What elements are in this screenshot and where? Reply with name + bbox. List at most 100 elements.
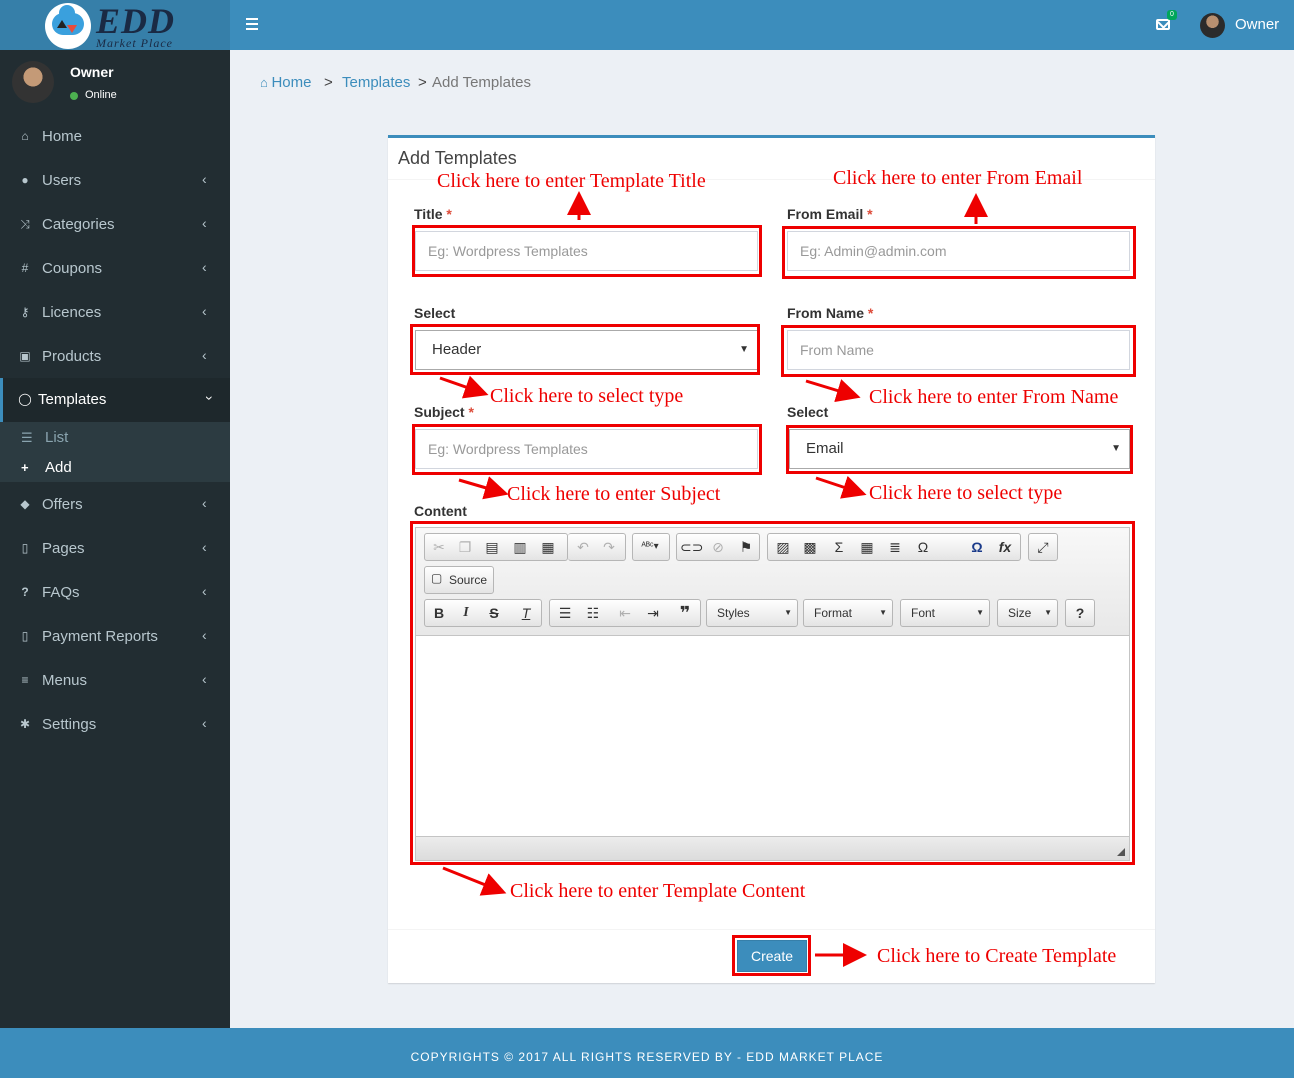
breadcrumb-home-label: Home — [271, 74, 312, 91]
sidebar-item-payment-reports[interactable]: ▯ Payment Reports ‹ — [0, 615, 230, 659]
logo-cloud-icon — [45, 3, 91, 49]
sidebar-item-label: Products — [42, 348, 102, 365]
question-icon: ? — [21, 585, 29, 599]
sidebar-item-label: Pages — [42, 540, 85, 557]
sidebar-item-label: Offers — [42, 496, 83, 513]
chevron-left-icon: ‹ — [202, 627, 207, 643]
online-status-icon — [70, 92, 78, 100]
sidebar-item-label: Categories — [42, 216, 115, 233]
sidebar-item-label: FAQs — [42, 584, 80, 601]
chevron-left-icon: ‹ — [202, 303, 207, 319]
annotation-from-name: Click here to enter From Name — [869, 386, 1119, 408]
chevron-left-icon: ‹ — [202, 671, 207, 687]
sidebar-item-menus[interactable]: ≡ Menus ‹ — [0, 659, 230, 703]
sidebar-item-settings[interactable]: ✱ Settings ‹ — [0, 703, 230, 747]
annotation-highlight-from-name — [781, 325, 1136, 377]
sub-item-list[interactable]: ☰ List — [0, 422, 230, 452]
sidebar-item-categories[interactable]: ⤨ Categories ‹ — [0, 203, 230, 247]
home-icon: ⌂ — [260, 75, 272, 90]
breadcrumb-separator: > — [324, 74, 333, 91]
annotation-from-email: Click here to enter From Email — [833, 167, 1083, 189]
content-label: Content — [414, 503, 467, 519]
annotation-select-type: Click here to select type — [490, 385, 684, 407]
annotation-highlight-create — [732, 935, 811, 976]
sidebar-item-label: Templates — [38, 391, 107, 408]
key-icon: ⚷ — [20, 305, 30, 319]
annotation-subject: Click here to enter Subject — [507, 483, 721, 505]
annotation-highlight-subject — [412, 424, 762, 475]
sidebar-item-coupons[interactable]: # Coupons ‹ — [0, 247, 230, 291]
templates-submenu: ☰ List + Add — [0, 422, 230, 482]
select2-label: Select — [787, 404, 829, 420]
hamburger-icon[interactable] — [246, 18, 258, 30]
sidebar-item-licences[interactable]: ⚷ Licences ‹ — [0, 291, 230, 335]
required-mark: * — [468, 404, 474, 420]
breadcrumb-separator: > — [418, 74, 427, 91]
sidebar-item-faqs[interactable]: ? FAQs ‹ — [0, 571, 230, 615]
sidebar: EDD Market Place Owner Online ⌂ Home ● U… — [0, 0, 230, 1028]
sidebar-item-label: Coupons — [42, 260, 103, 277]
user-panel: Owner Online — [0, 50, 230, 115]
plus-icon: + — [21, 460, 29, 475]
sidebar-item-templates[interactable]: ◯ Templates ‹ — [0, 378, 230, 422]
chevron-left-icon: ‹ — [202, 259, 207, 275]
required-mark: * — [446, 206, 452, 222]
envelope-icon[interactable] — [1156, 19, 1170, 30]
comment-icon: ◯ — [18, 392, 32, 406]
subject-label-text: Subject — [414, 404, 465, 420]
annotation-create: Click here to Create Template — [877, 945, 1117, 967]
avatar — [12, 61, 54, 103]
chevron-left-icon: ‹ — [202, 583, 207, 599]
file-icon: ▯ — [21, 629, 29, 643]
page-footer: COPYRIGHTS © 2017 ALL RIGHTS RESERVED BY… — [0, 1028, 1294, 1078]
sidebar-item-home[interactable]: ⌂ Home — [0, 115, 230, 159]
chevron-down-icon: ‹ — [199, 395, 216, 401]
annotation-highlight-from-email — [782, 226, 1136, 279]
breadcrumb-templates[interactable]: Templates — [342, 74, 410, 91]
bars-icon: ≡ — [21, 673, 29, 687]
logo[interactable]: EDD Market Place — [0, 0, 230, 50]
breadcrumb-home[interactable]: ⌂ Home — [260, 74, 311, 91]
sub-item-label: List — [45, 429, 69, 446]
annotation-select-type2: Click here to select type — [869, 482, 1063, 504]
from-email-label: From Email * — [787, 206, 873, 222]
page-title: Add Templates — [398, 148, 517, 168]
brand-subtitle: Market Place — [96, 36, 173, 50]
briefcase-icon: ▣ — [19, 349, 31, 363]
annotation-highlight-select — [410, 324, 760, 375]
sidebar-item-label: Home — [42, 128, 83, 145]
annotation-title: Click here to enter Template Title — [437, 170, 706, 192]
file-icon: ▯ — [21, 541, 29, 555]
from-email-label-text: From Email — [787, 206, 864, 222]
sidebar-item-products[interactable]: ▣ Products ‹ — [0, 335, 230, 379]
breadcrumb-current: Add Templates — [432, 74, 531, 91]
chevron-left-icon: ‹ — [202, 171, 207, 187]
chevron-left-icon: ‹ — [202, 347, 207, 363]
sidebar-item-label: Payment Reports — [42, 628, 158, 645]
sidebar-item-offers[interactable]: ◆ Offers ‹ — [0, 483, 230, 527]
required-mark: * — [867, 305, 874, 321]
select-label: Select — [414, 305, 456, 321]
top-navbar: 0 Owner — [230, 0, 1294, 50]
title-label-text: Title — [414, 206, 443, 222]
sidebar-item-label: Menus — [42, 672, 88, 689]
user-name: Owner — [70, 64, 114, 80]
chevron-left-icon: ‹ — [202, 539, 207, 555]
chevron-left-icon: ‹ — [202, 215, 207, 231]
home-icon: ⌂ — [21, 129, 29, 143]
top-user-name[interactable]: Owner — [1235, 16, 1279, 33]
avatar[interactable] — [1200, 13, 1225, 38]
sub-item-add[interactable]: + Add — [0, 452, 230, 482]
divider — [388, 929, 1155, 930]
annotation-content: Click here to enter Template Content — [510, 880, 806, 902]
list-icon: ☰ — [21, 430, 33, 445]
sidebar-item-label: Settings — [42, 716, 97, 733]
title-label: Title * — [414, 206, 452, 222]
shuffle-icon: ⤨ — [20, 217, 30, 231]
sidebar-item-pages[interactable]: ▯ Pages ‹ — [0, 527, 230, 571]
sidebar-item-label: Licences — [42, 304, 102, 321]
chevron-left-icon: ‹ — [202, 715, 207, 731]
annotation-highlight-title — [412, 225, 762, 277]
annotation-highlight-select2 — [786, 425, 1133, 474]
sidebar-item-users[interactable]: ● Users ‹ — [0, 159, 230, 203]
